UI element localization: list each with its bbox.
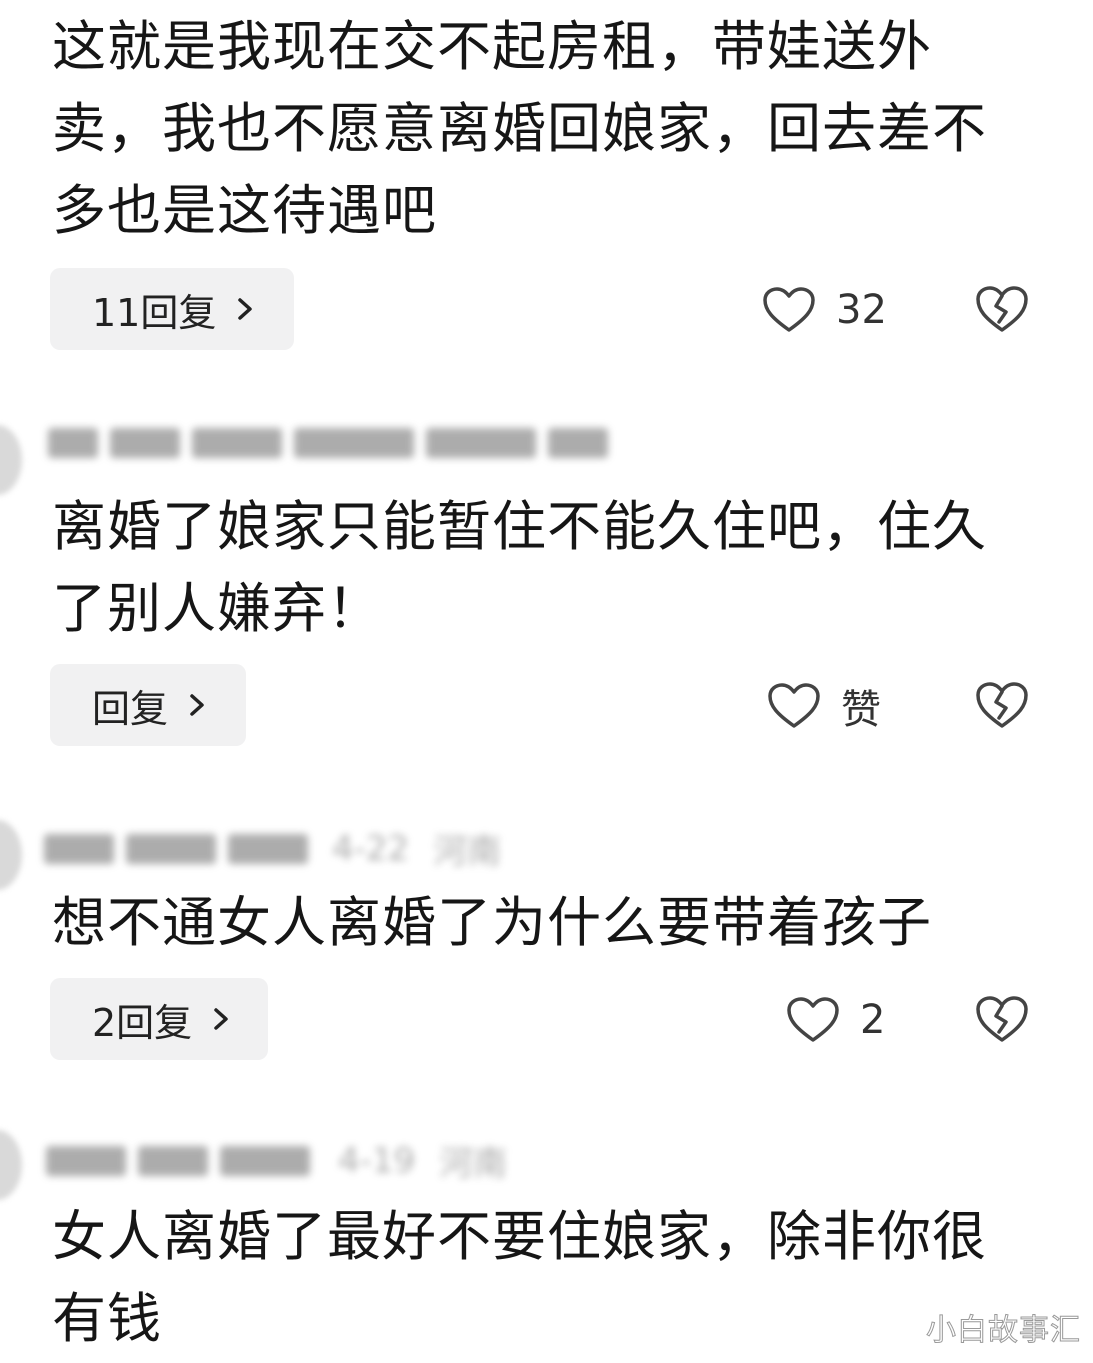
comment-date: 4-22 (332, 828, 410, 869)
reply-label: 11回复 (92, 290, 217, 335)
comment-feed: 这就是我现在交不起房租，带娃送外 卖，我也不愿意离婚回娘家，回去差不 多也是这待… (0, 0, 1093, 1363)
comment-location: 河南 (439, 1144, 508, 1184)
reply-button[interactable]: 11回复 (50, 268, 294, 350)
comment-text: 离婚了娘家只能暂住不能久住吧，住久 了别人嫌弃！ (52, 495, 987, 640)
avatar[interactable] (0, 425, 22, 495)
broken-heart-icon[interactable] (975, 284, 1029, 334)
chevron-right-icon (238, 298, 253, 320)
like-button[interactable]: 赞 (767, 676, 881, 736)
like-button[interactable]: 32 (762, 280, 887, 340)
heart-outline-icon (787, 997, 839, 1042)
heart-outline-icon (763, 287, 815, 332)
comment-date: 4-19 (338, 1140, 416, 1181)
chevron-right-icon (214, 1008, 228, 1030)
comment-header (48, 428, 620, 458)
like-count: 32 (836, 287, 887, 333)
comment-location: 河南 (433, 832, 502, 872)
comment-text: 女人离婚了最好不要住娘家，除非你很 有钱 (52, 1205, 987, 1350)
broken-heart-icon[interactable] (975, 994, 1029, 1044)
reply-button[interactable]: 回复 (50, 664, 246, 746)
comment-text: 想不通女人离婚了为什么要带着孩子 (52, 891, 932, 954)
avatar[interactable] (0, 1130, 22, 1200)
heart-outline-icon (768, 683, 820, 728)
watermark: 小白故事汇 (926, 1313, 1081, 1349)
reply-label: 回复 (92, 686, 169, 731)
comment-text: 这就是我现在交不起房租，带娃送外 卖，我也不愿意离婚回娘家，回去差不 多也是这待… (52, 15, 987, 242)
reply-button[interactable]: 2回复 (50, 978, 268, 1060)
comment-header: 4-22 河南 (44, 824, 525, 873)
chevron-right-icon (190, 694, 204, 716)
comment-header: 4-19 河南 (46, 1136, 531, 1185)
broken-heart-icon[interactable] (975, 680, 1029, 730)
avatar[interactable] (0, 820, 22, 890)
like-count: 2 (860, 997, 886, 1043)
like-label: 赞 (841, 687, 881, 733)
reply-label: 2回复 (92, 1000, 193, 1045)
like-button[interactable]: 2 (786, 990, 885, 1050)
